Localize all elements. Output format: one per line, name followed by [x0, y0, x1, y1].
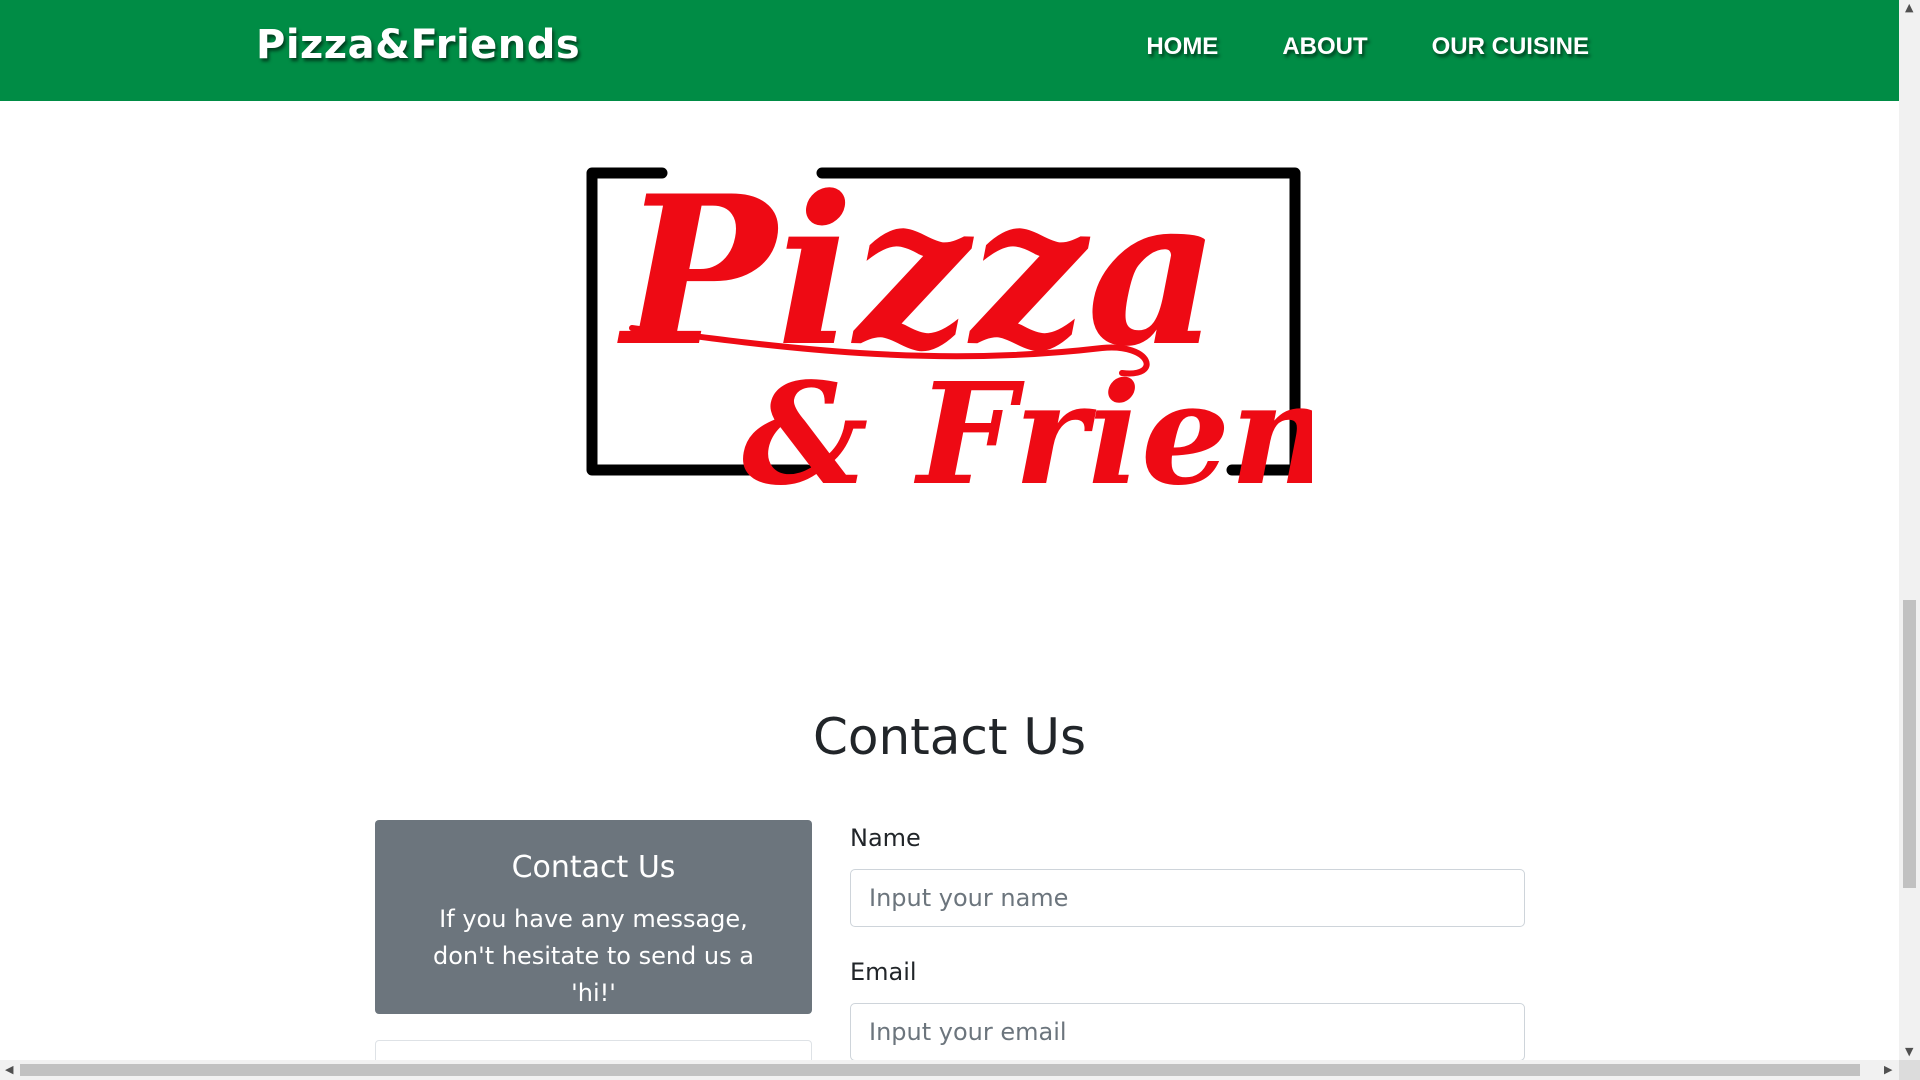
email-label: Email [850, 958, 917, 986]
contact-card-text: If you have any message, don't hesitate … [433, 905, 754, 1007]
scroll-down-icon[interactable]: ▼ [1905, 1046, 1913, 1057]
name-input[interactable] [850, 869, 1525, 927]
page-viewport: Pizza&Friends HOME ABOUT OUR CUISINE Piz… [0, 0, 1899, 1060]
nav-home[interactable]: HOME [1146, 33, 1218, 61]
nav-about[interactable]: ABOUT [1282, 33, 1367, 61]
section-title: Contact Us [812, 708, 1087, 766]
vertical-scroll-thumb[interactable] [1903, 600, 1916, 888]
vertical-scrollbar[interactable]: ▲ ▼ [1899, 0, 1920, 1060]
horizontal-scrollbar[interactable]: ◀ ▶ [0, 1060, 1899, 1080]
brand-logo-text[interactable]: Pizza&Friends [256, 22, 580, 68]
contact-card-title: Contact Us [511, 850, 676, 885]
navbar: Pizza&Friends HOME ABOUT OUR CUISINE [0, 0, 1899, 101]
logo-friends-text: & Friends [742, 353, 1312, 517]
scrollbar-corner [1899, 1060, 1920, 1080]
horizontal-scroll-thumb[interactable] [20, 1064, 1860, 1076]
email-input[interactable] [850, 1003, 1525, 1060]
secondary-card [375, 1040, 812, 1060]
contact-card: Contact Us If you have any message, don'… [375, 820, 812, 1014]
scroll-left-icon[interactable]: ◀ [5, 1064, 13, 1075]
name-label: Name [850, 824, 921, 852]
nav-our-cuisine[interactable]: OUR CUISINE [1432, 33, 1589, 61]
pizza-friends-logo: Pizza & Friends [586, 152, 1312, 517]
scroll-up-icon[interactable]: ▲ [1905, 2, 1913, 13]
scroll-right-icon[interactable]: ▶ [1884, 1064, 1892, 1075]
nav-links: HOME ABOUT OUR CUISINE [1146, 33, 1589, 61]
